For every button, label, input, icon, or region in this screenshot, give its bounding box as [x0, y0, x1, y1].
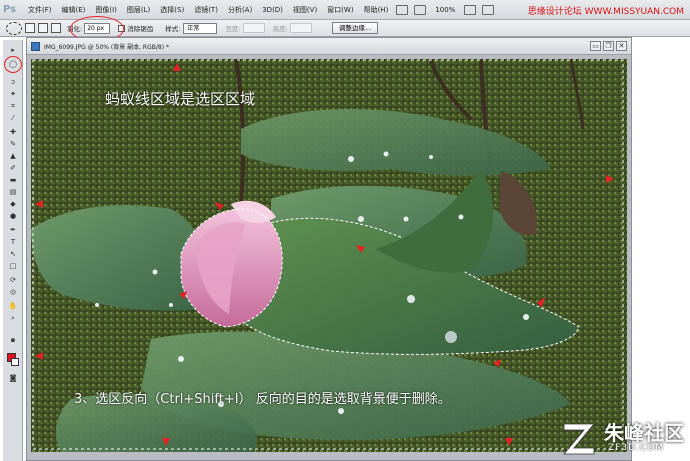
default-colors-icon[interactable]: ▪	[8, 336, 18, 345]
document-tab[interactable]: IMG_6099.JPG @ 50% (背景 副本, RGB/8) * ▭ ❐ …	[27, 38, 631, 55]
bridge-icon[interactable]	[396, 4, 409, 15]
blur-icon[interactable]: ◆	[8, 200, 18, 209]
subtract-selection-icon[interactable]	[51, 23, 61, 33]
stamp-icon[interactable]: ▲	[8, 152, 18, 161]
eraser-icon[interactable]: ▬	[8, 176, 18, 185]
history-brush-icon[interactable]: ✐	[8, 164, 18, 173]
minimize-button[interactable]: ▭	[590, 41, 601, 51]
quick-mask-icon[interactable]: ◙	[8, 374, 18, 383]
crop-icon[interactable]: ⌗	[8, 102, 18, 111]
menu-view[interactable]: 视图(V)	[288, 0, 322, 20]
3d-rotate-icon[interactable]: ⟳	[8, 276, 18, 285]
menu-filter[interactable]: 滤镜(T)	[189, 0, 223, 20]
3d-orbit-icon[interactable]: ◎	[8, 288, 18, 297]
lasso-tool-icon[interactable]: ↄ	[8, 78, 18, 87]
photoshop-logo: Ps	[3, 3, 17, 15]
brand-name: 朱峰社区	[604, 421, 684, 445]
restore-button[interactable]: ❐	[603, 41, 614, 51]
z-logo-icon	[563, 423, 595, 455]
brush-icon[interactable]: ✎	[8, 140, 18, 149]
style-label: 样式:	[165, 25, 181, 33]
menu-layer[interactable]: 图层(L)	[122, 0, 155, 20]
document-window: IMG_6099.JPG @ 50% (背景 副本, RGB/8) * ▭ ❐ …	[26, 37, 632, 461]
brand-url: ZF3D.COM	[608, 443, 664, 453]
brand-logo: 朱峰社区 ZF3D.COM	[560, 414, 690, 461]
height-label: 高度:	[272, 25, 288, 33]
caption-selection-note: 蚂蚁线区域是选区区域	[105, 90, 256, 108]
close-button[interactable]: ✕	[616, 41, 627, 51]
type-icon[interactable]: T	[8, 238, 18, 247]
style-select[interactable]: 正常	[183, 22, 218, 34]
shape-icon[interactable]: □	[8, 262, 18, 271]
eyedropper-icon[interactable]: ⁄	[8, 114, 18, 123]
image-canvas[interactable]: 蚂蚁线区域是选区区域 3、选区反向（Ctrl+Shift+I） 反向的目的是选取…	[31, 59, 627, 452]
menu-analysis[interactable]: 分析(A)	[223, 0, 257, 20]
hand-icon[interactable]: ✋	[8, 302, 18, 311]
width-label: 宽度:	[225, 25, 241, 33]
antialias-label: 消除锯齿	[127, 25, 154, 33]
zoom-level[interactable]: 100%	[435, 6, 455, 14]
elliptical-marquee-preset-icon[interactable]	[6, 21, 22, 35]
magic-wand-icon[interactable]: ✦	[8, 90, 18, 99]
menu-file[interactable]: 文件(F)	[23, 0, 57, 20]
healing-icon[interactable]: ✚	[8, 128, 18, 137]
dodge-icon[interactable]: ●	[8, 212, 18, 221]
height-input	[289, 23, 312, 33]
add-to-selection-icon[interactable]	[38, 23, 48, 33]
refine-edge-button[interactable]: 调整边缘...	[331, 22, 379, 34]
menu-select[interactable]: 选择(S)	[155, 0, 189, 20]
new-selection-icon[interactable]	[25, 23, 35, 33]
path-select-icon[interactable]: ↖	[8, 250, 18, 259]
menu-help[interactable]: 帮助(H)	[359, 0, 394, 20]
document-title: IMG_6099.JPG @ 50% (背景 副本, RGB/8) *	[44, 43, 169, 51]
gradient-icon[interactable]: ▤	[8, 188, 18, 197]
site-watermark: 思缘设计论坛 WWW.MISSYUAN.COM	[527, 7, 684, 17]
menu-3d[interactable]: 3D(D)	[257, 0, 288, 20]
tools-panel: ▸ ◯ ↄ ✦ ⌗ ⁄ ✚ ✎ ▲ ✐ ▬ ▤ ◆ ● ✒ T ↖ □ ⟳ ◎ …	[3, 40, 23, 461]
caption-step-3: 3、选区反向（Ctrl+Shift+I） 反向的目的是选取背景便于删除。	[74, 392, 451, 407]
pen-icon[interactable]: ✒	[8, 226, 18, 235]
hand-tool-icon[interactable]	[464, 4, 477, 15]
width-input	[242, 23, 265, 33]
document-icon	[31, 41, 40, 51]
view-extras-icon[interactable]	[414, 4, 427, 15]
marquee-tool-highlight	[4, 56, 22, 73]
background-color-swatch[interactable]	[11, 358, 19, 366]
arrange-documents-icon[interactable]	[482, 4, 495, 15]
zoom-icon[interactable]: ⌕	[8, 314, 18, 323]
menu-window[interactable]: 窗口(W)	[322, 0, 358, 20]
move-tool-icon[interactable]: ▸	[8, 46, 18, 55]
